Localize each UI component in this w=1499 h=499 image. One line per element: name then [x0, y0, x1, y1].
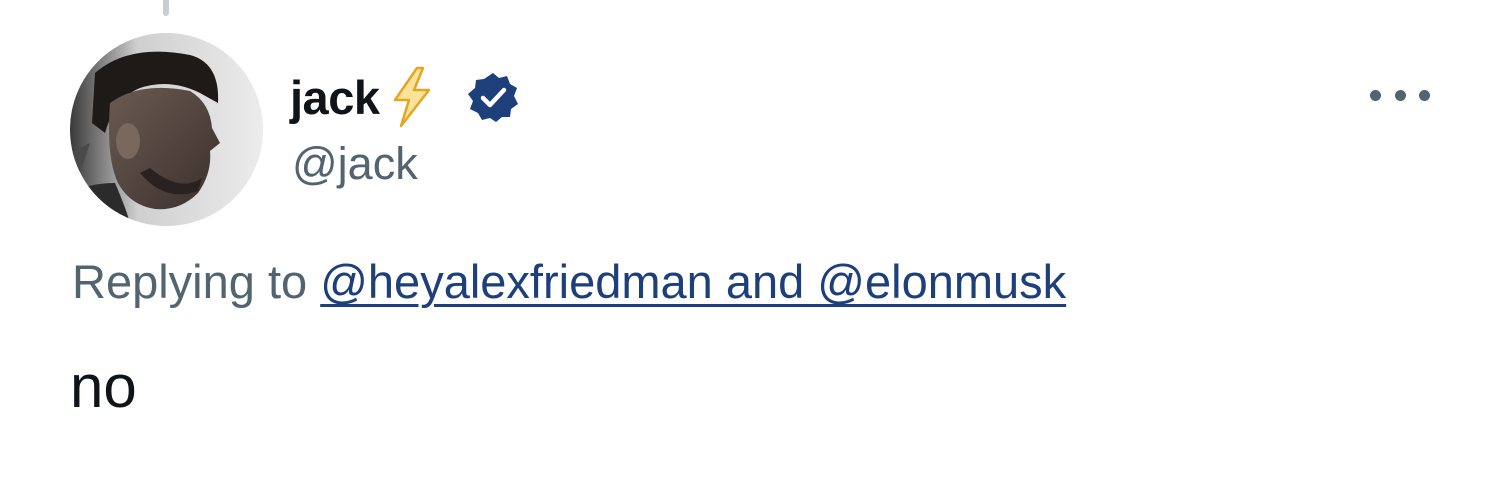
tweet-text: no — [70, 353, 137, 420]
author-name-row: jack — [290, 66, 519, 128]
dot — [1419, 89, 1430, 101]
dot — [1394, 89, 1406, 101]
thread-connector-line — [163, 0, 169, 16]
lightning-bolt-icon — [385, 66, 437, 128]
more-options-icon[interactable] — [1370, 78, 1430, 112]
tweet: jack @jack Replying to @heyalexfriedman … — [0, 0, 1499, 499]
replying-to-line: Replying to @heyalexfriedman and @elonmu… — [72, 254, 1066, 309]
author-handle[interactable]: @jack — [292, 138, 418, 190]
replying-to-mentions-link[interactable]: @heyalexfriedman and @elonmusk — [320, 255, 1066, 308]
avatar[interactable] — [70, 33, 263, 226]
dot — [1370, 89, 1381, 101]
replying-to-prefix: Replying to — [72, 255, 308, 308]
author-display-name[interactable]: jack — [290, 70, 380, 125]
avatar-photo — [70, 33, 263, 226]
verified-badge-icon — [467, 71, 519, 123]
